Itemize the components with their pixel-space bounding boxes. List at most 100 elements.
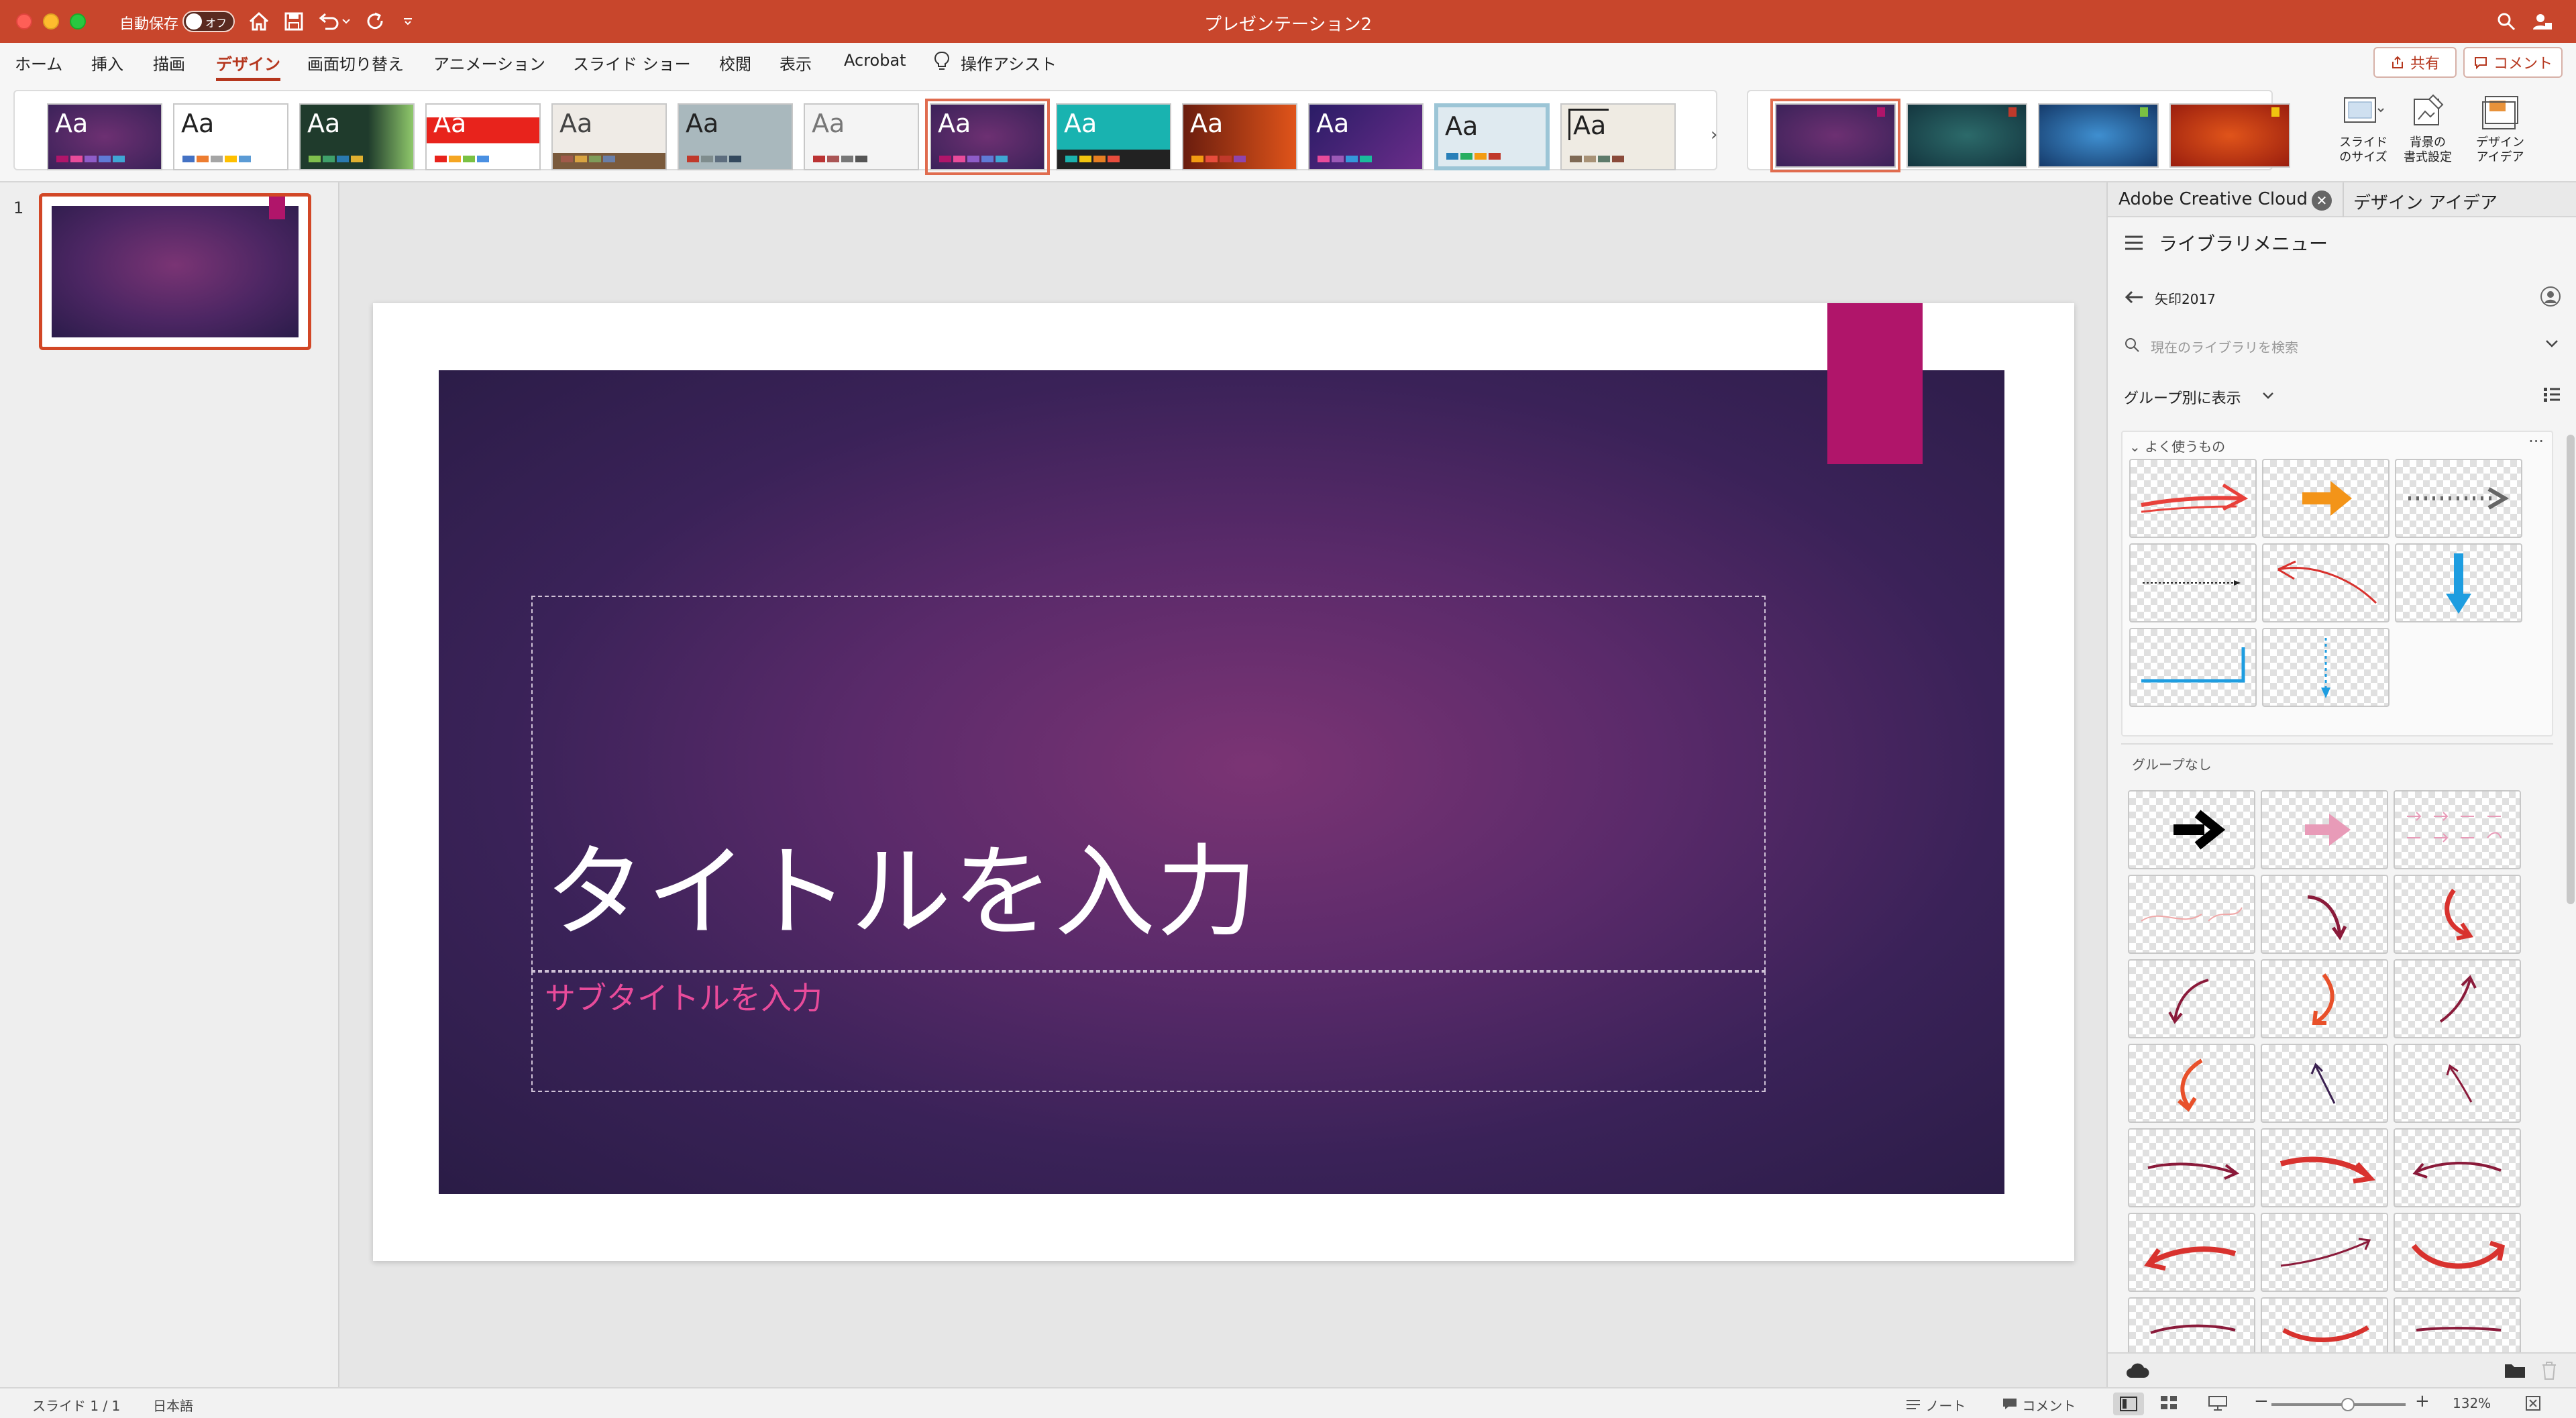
collaborate-user-icon[interactable] xyxy=(2540,286,2561,307)
asset-arc-arrow-right[interactable] xyxy=(2128,1128,2255,1207)
asset-curved-red-arrow[interactable] xyxy=(2262,543,2390,622)
slide-sorter-button[interactable] xyxy=(2160,1395,2178,1413)
theme-thumbnail[interactable]: Aa xyxy=(1434,103,1550,170)
zoom-level[interactable]: 132% xyxy=(2453,1395,2491,1411)
pane-scrollbar[interactable] xyxy=(2567,435,2575,904)
variant-thumbnail[interactable] xyxy=(1907,103,2027,168)
title-placeholder[interactable]: タイトルを入力 xyxy=(531,596,1766,971)
tab-slideshow[interactable]: スライド ショー xyxy=(573,51,691,74)
folder-icon[interactable] xyxy=(2504,1362,2526,1379)
reading-view-button[interactable] xyxy=(2208,1395,2227,1415)
share-button[interactable]: 共有 xyxy=(2373,47,2457,78)
asset-black-arrow[interactable] xyxy=(2128,790,2255,869)
theme-thumbnail[interactable]: Aa xyxy=(47,103,162,170)
asset-arrow-row7-b[interactable] xyxy=(2261,1297,2388,1352)
theme-thumbnail[interactable]: Aa xyxy=(678,103,793,170)
notes-button[interactable]: ノート xyxy=(1905,1395,1966,1415)
design-ideas-button[interactable]: デザイン アイデア xyxy=(2463,91,2537,165)
asset-orange-curl-arrow[interactable] xyxy=(2261,959,2388,1038)
tab-tell-me[interactable]: 操作アシスト xyxy=(961,51,1057,74)
theme-thumbnail-selected[interactable]: Aa xyxy=(925,99,1050,175)
comments-button[interactable]: コメント xyxy=(2463,47,2563,78)
tab-design[interactable]: デザイン xyxy=(216,51,280,74)
zoom-in-button[interactable]: + xyxy=(2415,1391,2430,1411)
tab-home[interactable]: ホーム xyxy=(15,51,62,74)
asset-orange-arrow[interactable] xyxy=(2262,459,2390,538)
variant-thumbnail[interactable] xyxy=(2038,103,2159,168)
format-background-button[interactable]: 背景の 書式設定 xyxy=(2391,91,2465,165)
cloud-icon[interactable] xyxy=(2125,1362,2149,1379)
library-menu[interactable]: ライブラリメニュー xyxy=(2124,229,2328,256)
zoom-slider-track[interactable] xyxy=(2271,1403,2406,1406)
list-view-icon[interactable] xyxy=(2542,386,2561,402)
tab-transitions[interactable]: 画面切り替え xyxy=(307,51,404,74)
theme-thumbnail[interactable]: Aa xyxy=(551,103,667,170)
asset-arc-arrow-left[interactable] xyxy=(2394,1128,2521,1207)
asset-blue-dotted-down-arrow[interactable] xyxy=(2262,628,2390,707)
asset-curved-arrow-up-right[interactable] xyxy=(2394,959,2521,1038)
tab-insert[interactable]: 挿入 xyxy=(91,51,123,74)
theme-thumbnail[interactable]: Aa xyxy=(173,103,288,170)
chevron-down-icon[interactable] xyxy=(2262,392,2274,400)
asset-red-arrow[interactable] xyxy=(2129,459,2257,538)
asset-curved-arrow-up-left[interactable] xyxy=(2128,959,2255,1038)
asset-bold-red-arc-arrow[interactable] xyxy=(2261,1128,2388,1207)
zoom-slider-handle[interactable] xyxy=(2341,1398,2355,1411)
zoom-out-button[interactable]: − xyxy=(2254,1391,2269,1411)
group-by-dropdown[interactable]: グループ別に表示 xyxy=(2124,386,2241,408)
status-comments-button[interactable]: コメント xyxy=(2002,1395,2076,1415)
slide[interactable]: タイトルを入力 サブタイトルを入力 xyxy=(373,303,2074,1261)
favorites-title[interactable]: ⌄ よく使うもの xyxy=(2129,436,2225,455)
theme-thumbnail[interactable]: Aa xyxy=(1560,103,1676,170)
asset-pink-doodle-arrows[interactable] xyxy=(2394,790,2521,869)
account-icon[interactable] xyxy=(2529,8,2556,35)
asset-curved-arrow-down-right[interactable] xyxy=(2261,875,2388,954)
theme-thumbnail[interactable]: Aa xyxy=(804,103,919,170)
asset-faint-red-arrows[interactable] xyxy=(2128,875,2255,954)
asset-dotted-gray-arrow[interactable] xyxy=(2395,459,2522,538)
trash-icon[interactable] xyxy=(2540,1360,2559,1380)
asset-arrow-row7-c[interactable] xyxy=(2394,1297,2521,1352)
variant-thumbnail-selected[interactable] xyxy=(1770,99,1900,172)
tab-draw[interactable]: 描画 xyxy=(153,51,185,74)
asset-thin-up-arrow-2[interactable] xyxy=(2394,1044,2521,1123)
tab-view[interactable]: 表示 xyxy=(780,51,812,74)
theme-thumbnail[interactable]: Aa xyxy=(425,103,541,170)
slide-size-button[interactable]: スライド のサイズ xyxy=(2326,91,2400,165)
asset-red-u-arrow[interactable] xyxy=(2394,1213,2521,1292)
theme-thumbnail[interactable]: Aa xyxy=(1308,103,1424,170)
tab-acrobat[interactable]: Acrobat xyxy=(844,51,906,70)
fit-slide-button[interactable] xyxy=(2525,1395,2541,1415)
variant-thumbnail[interactable] xyxy=(2169,103,2290,168)
asset-blue-down-arrow[interactable] xyxy=(2395,543,2522,622)
asset-arrow-row7-a[interactable] xyxy=(2128,1297,2255,1352)
search-icon[interactable] xyxy=(2493,8,2520,35)
gallery-more-chevron-icon[interactable]: › xyxy=(1711,125,1717,145)
asset-blue-bracket[interactable] xyxy=(2129,628,2257,707)
asset-red-curl-arrow[interactable] xyxy=(2394,875,2521,954)
chevron-down-icon[interactable] xyxy=(2545,339,2559,349)
tab-adobe-creative-cloud[interactable]: Adobe Creative Cloud xyxy=(2118,189,2308,209)
asset-thin-up-arrow[interactable] xyxy=(2261,1044,2388,1123)
asset-thin-rising-arrow[interactable] xyxy=(2261,1213,2388,1292)
asset-thin-dotted-arrow[interactable] xyxy=(2129,543,2257,622)
language-indicator[interactable]: 日本語 xyxy=(153,1395,193,1415)
tab-animations[interactable]: アニメーション xyxy=(433,51,545,74)
asset-pink-arrow[interactable] xyxy=(2261,790,2388,869)
more-options-icon[interactable]: ··· xyxy=(2528,432,2544,451)
asset-bold-red-arc-left[interactable] xyxy=(2128,1213,2255,1292)
title-placeholder-text: タイトルを入力 xyxy=(545,834,1259,951)
subtitle-placeholder[interactable]: サブタイトルを入力 xyxy=(531,971,1766,1092)
theme-thumbnail[interactable]: Aa xyxy=(1056,103,1171,170)
slide-thumbnail[interactable] xyxy=(39,193,311,350)
theme-thumbnail[interactable]: Aa xyxy=(299,103,415,170)
close-pane-icon[interactable]: ✕ xyxy=(2312,190,2332,211)
theme-thumbnail[interactable]: Aa xyxy=(1182,103,1297,170)
tab-review[interactable]: 校閲 xyxy=(719,51,751,74)
back-arrow-icon[interactable] xyxy=(2124,290,2144,305)
library-search[interactable]: 現在のライブラリを検索 xyxy=(2124,331,2560,358)
asset-red-hook-arrow[interactable] xyxy=(2128,1044,2255,1123)
status-bar: スライド 1 / 1 日本語 ノート コメント − + 132% xyxy=(0,1387,2576,1418)
tab-design-ideas[interactable]: デザイン アイデア xyxy=(2353,189,2498,214)
normal-view-button[interactable] xyxy=(2113,1393,2144,1415)
